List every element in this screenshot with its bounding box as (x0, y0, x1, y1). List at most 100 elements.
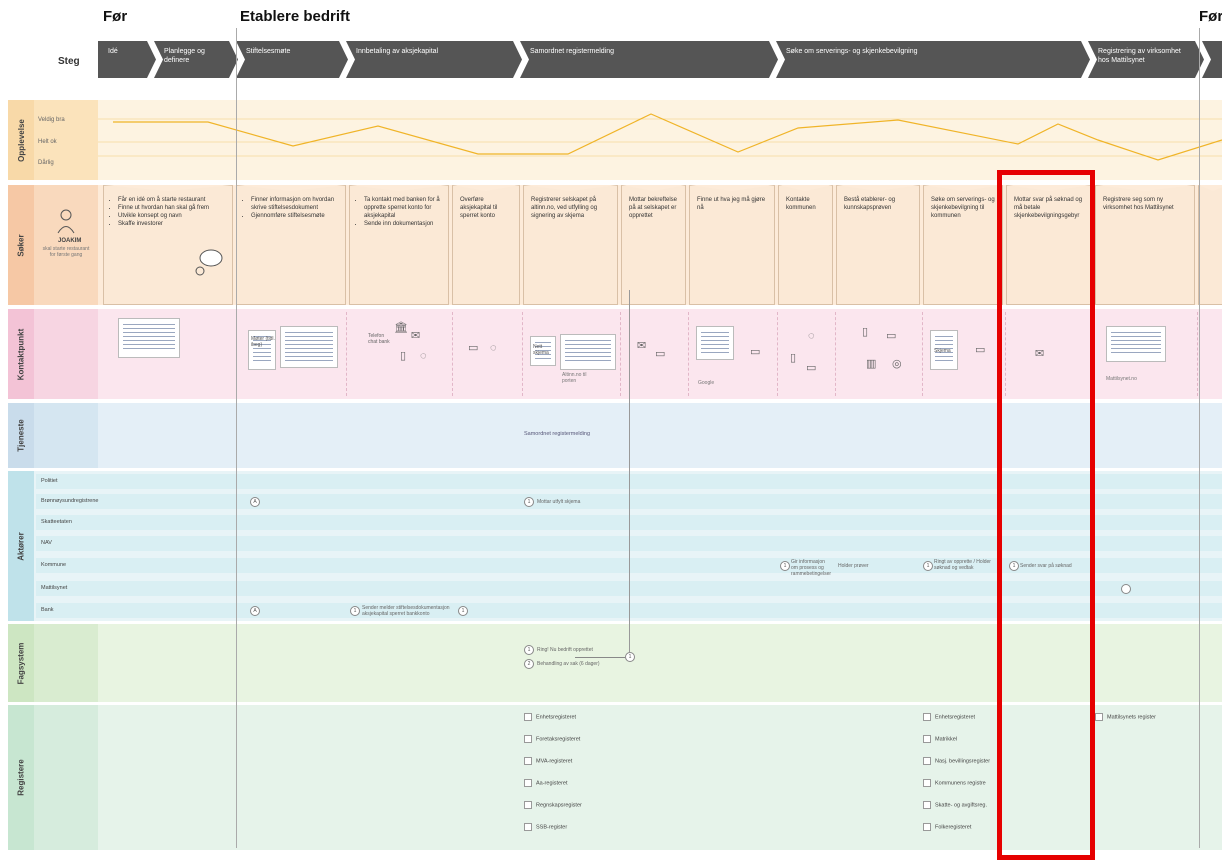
book-icon: ▥ (866, 358, 877, 370)
register-item: Regnskapsregister (524, 801, 582, 809)
laptop-icon: ▭ (655, 348, 666, 360)
chat-icon: ◌ (420, 350, 427, 362)
person-chat-icon: ◌ (490, 342, 497, 354)
mail-icon: ✉ (637, 340, 647, 352)
persona-cell (34, 185, 98, 305)
persona-icon (57, 209, 75, 234)
webpage-thumbnail (118, 318, 180, 358)
touchpoint-marker: 1 (923, 561, 933, 571)
card-registrerer: Registrerer selskapet på altinn.no, ved … (523, 185, 618, 305)
card-ide: Får en idé om å starte restaurant Finne … (103, 185, 233, 305)
tjeneste-sub-cell (34, 403, 98, 468)
card-registrere-mattilsynet: Registrere seg som ny virksomhet hos Mat… (1095, 185, 1195, 305)
kontakt-sub-cell (34, 309, 98, 399)
step-ide: Idé (98, 41, 156, 78)
actor-skatteetaten: Skatteetaten (41, 519, 72, 525)
register-item: Folkeregisteret (923, 823, 971, 831)
step-stiftelsesmote: Stiftelsesmøte (236, 41, 348, 78)
flow-connector (629, 290, 630, 652)
chat-bubble-icon: ▭ (750, 346, 761, 358)
persona-name: JOAKIM (58, 238, 82, 244)
card-finne-ut: Finne ut hva jeg må gjøre nå (689, 185, 775, 305)
altinn-thumbnail (560, 334, 616, 370)
register-item: Mattilsynets register (1095, 713, 1156, 721)
phone-icon: ▯ (400, 350, 407, 362)
card-kontakte-kommunen: Kontakte kommunen (778, 185, 833, 305)
registere-sub-cell (34, 705, 98, 850)
column-divider (777, 312, 778, 396)
touchpoint-marker: 1 (458, 606, 468, 616)
column-divider (922, 312, 923, 396)
column-divider (522, 312, 523, 396)
actor-politiet: Politiet (41, 478, 58, 484)
column-divider (452, 312, 453, 396)
register-item: MVA-registeret (524, 757, 572, 765)
column-divider (1197, 312, 1198, 396)
touchpoint-marker: 1 (524, 497, 534, 507)
lane-tag-registere: Registere (8, 705, 34, 850)
touchpoint-marker: 1 (524, 645, 534, 655)
touch-mater-label: Møter (tidl. ibeg) (251, 336, 275, 348)
register-item: Skatte- og avgiftsreg. (923, 801, 987, 809)
mattilsynet-thumbnail (1106, 326, 1166, 362)
rating-helt-ok: Helt ok (38, 139, 57, 145)
bank-icon: 🏛 (394, 322, 408, 334)
laptop-icon: ▭ (886, 330, 897, 342)
actor-nav: NAV (41, 540, 52, 546)
experience-chart (98, 113, 1222, 161)
touchpoint-marker: A (250, 497, 260, 507)
touch-altinn-label: Altinn.no til porten (562, 372, 587, 384)
lane-tag-opplevelse: Opplevelse (8, 100, 34, 180)
register-item: Kommunens registre (923, 779, 986, 787)
card-overfore: Overføre aksjekapital til sperret konto (452, 185, 520, 305)
actor-bank: Bank (41, 607, 54, 613)
lane-tag-soker: Søker (8, 185, 34, 305)
actor-note-kommune-2: Holder prøver (838, 563, 869, 569)
lane-tag-aktorer: Aktører (8, 471, 34, 621)
touch-skjema-label: Skjema (934, 348, 951, 354)
touchpoint-marker (1121, 584, 1131, 594)
phase-label-for-next: Før (1199, 8, 1222, 25)
step-innbetaling: Innbetaling av aksjekapital (346, 41, 522, 78)
touch-nett-label: Nett skjema (533, 344, 549, 356)
tjeneste-note: Samordnet registermelding (524, 431, 591, 437)
steg-label: Steg (58, 56, 80, 67)
medal-icon: ◎ (892, 358, 902, 370)
register-item: Foretaksregisteret (524, 735, 580, 743)
phase-label-for: Før (103, 8, 128, 25)
monitor-icon: ▭ (975, 344, 986, 356)
column-divider (620, 312, 621, 396)
actor-note-bronnoy: Mottar utfylt skjema (537, 499, 581, 505)
laptop-icon: ▭ (806, 362, 817, 374)
actor-kommune: Kommune (41, 562, 67, 568)
fagsystem-note-1: Ring! Nu bedrift opprettet (537, 647, 593, 653)
step-planlegge: Planlegge og definere (154, 41, 238, 78)
google-thumbnail (696, 326, 734, 360)
touchpoint-marker: 1 (350, 606, 360, 616)
touchpoint-marker: 1 (625, 652, 635, 662)
laptop-icon: ▭ (468, 342, 479, 354)
flow-connector (575, 657, 625, 658)
experience-line (113, 113, 1222, 161)
phase-separator (236, 28, 237, 848)
rating-veldig-bra: Veldig bra (38, 117, 65, 123)
fagsystem-note-2: Behandling av sak (6 dager) (537, 661, 600, 667)
touchpoint-marker: 2 (524, 659, 534, 669)
lane-tag-kontaktpunkt: Kontaktpunkt (8, 309, 34, 399)
card-etablererprove: Bestå etablerer- og kunnskapsprøven (836, 185, 920, 305)
step-mattilsynet: Registrering av virksomhet hos Mattilsyn… (1088, 41, 1204, 78)
touch-mattilsynet-label: Mattilsynet.no (1106, 376, 1137, 382)
register-item: Enhetsregisteret (923, 713, 975, 721)
step-samordnet: Samordnet registermelding (520, 41, 778, 78)
column-divider (688, 312, 689, 396)
person-icon: ◌ (808, 330, 815, 342)
lane-tag-tjeneste: Tjeneste (8, 403, 34, 468)
card-stiftelsesmote: Finner informasjon om hvordan skrive sti… (236, 185, 346, 305)
actor-bronnoysund: Brønnøysundregistrene (41, 498, 99, 504)
card-mottar-bekreftelse: Mottar bekreftelse på at selskapet er op… (621, 185, 686, 305)
actor-note-kommune-3: Ringt av opprette / Holder søknad og ved… (934, 559, 991, 571)
actor-note-kommune-1: Gir informasjon om prosess og rammebetin… (791, 559, 832, 577)
register-item: SSB-register (524, 823, 567, 831)
column-divider (835, 312, 836, 396)
thought-bubble-icon (195, 249, 223, 276)
